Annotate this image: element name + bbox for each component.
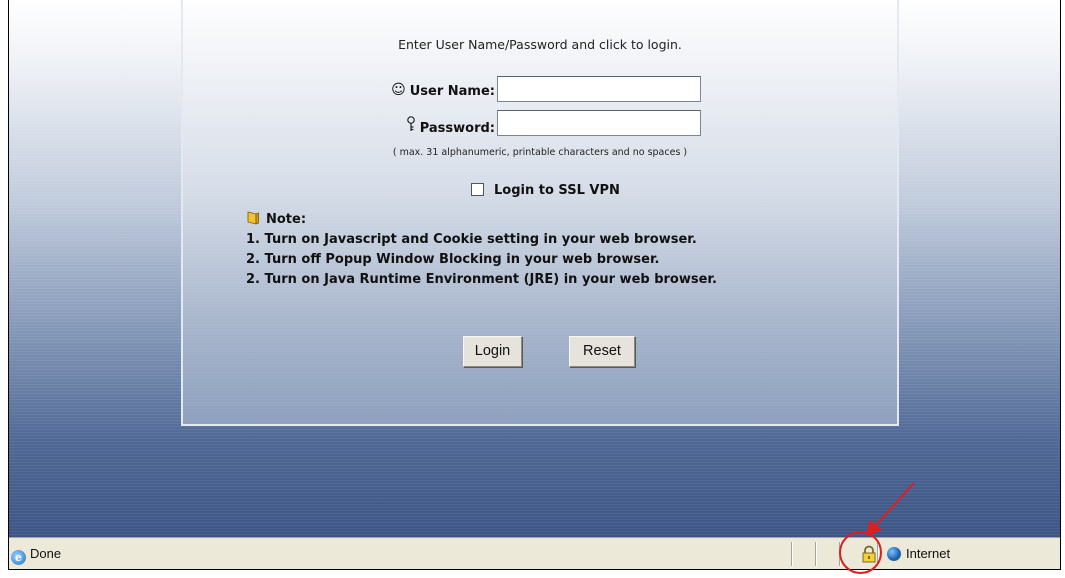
note-title: Note: — [246, 210, 717, 230]
ssl-vpn-label: Login to SSL VPN — [494, 183, 620, 198]
note-section: Note: 1. Turn on Javascript and Cookie s… — [246, 210, 717, 290]
note-line-3: 2. Turn on Java Runtime Environment (JRE… — [246, 272, 717, 287]
password-input[interactable] — [497, 110, 701, 136]
status-divider — [839, 542, 841, 566]
password-hint: ( max. 31 alphanumeric, printable charac… — [392, 147, 688, 158]
password-label: Password: — [406, 116, 495, 136]
username-row: ☺ User Name: — [183, 76, 495, 104]
password-row: Password: — [183, 110, 495, 138]
smiley-icon: ☺ — [391, 82, 406, 98]
security-zone: Internet — [887, 546, 950, 561]
note-line-1: 1. Turn on Javascript and Cookie setting… — [246, 232, 697, 247]
login-instruction: Enter User Name/Password and click to lo… — [398, 37, 682, 52]
status-divider — [815, 542, 817, 566]
ssl-vpn-option: Login to SSL VPN — [471, 179, 620, 198]
page-viewport: Enter User Name/Password and click to lo… — [9, 0, 1060, 538]
status-divider — [791, 542, 793, 566]
username-input[interactable] — [497, 76, 701, 102]
username-label: ☺ User Name: — [391, 82, 495, 99]
status-text: e Done — [11, 546, 61, 565]
login-panel: Enter User Name/Password and click to lo… — [181, 0, 899, 426]
note-line-2: 2. Turn off Popup Window Blocking in you… — [246, 252, 660, 267]
browser-window: Enter User Name/Password and click to lo… — [8, 0, 1061, 570]
globe-icon — [887, 547, 901, 561]
key-icon — [406, 116, 416, 135]
padlock-icon — [862, 545, 876, 563]
ssl-vpn-checkbox[interactable] — [471, 183, 484, 196]
ie-page-icon: e — [11, 550, 26, 565]
note-icon — [247, 211, 259, 225]
reset-button[interactable]: Reset — [569, 336, 635, 367]
login-button[interactable]: Login — [463, 336, 522, 367]
secure-lock-indicator[interactable] — [852, 542, 884, 566]
status-divider — [877, 542, 879, 566]
status-bar: e Done Internet — [9, 537, 1060, 569]
